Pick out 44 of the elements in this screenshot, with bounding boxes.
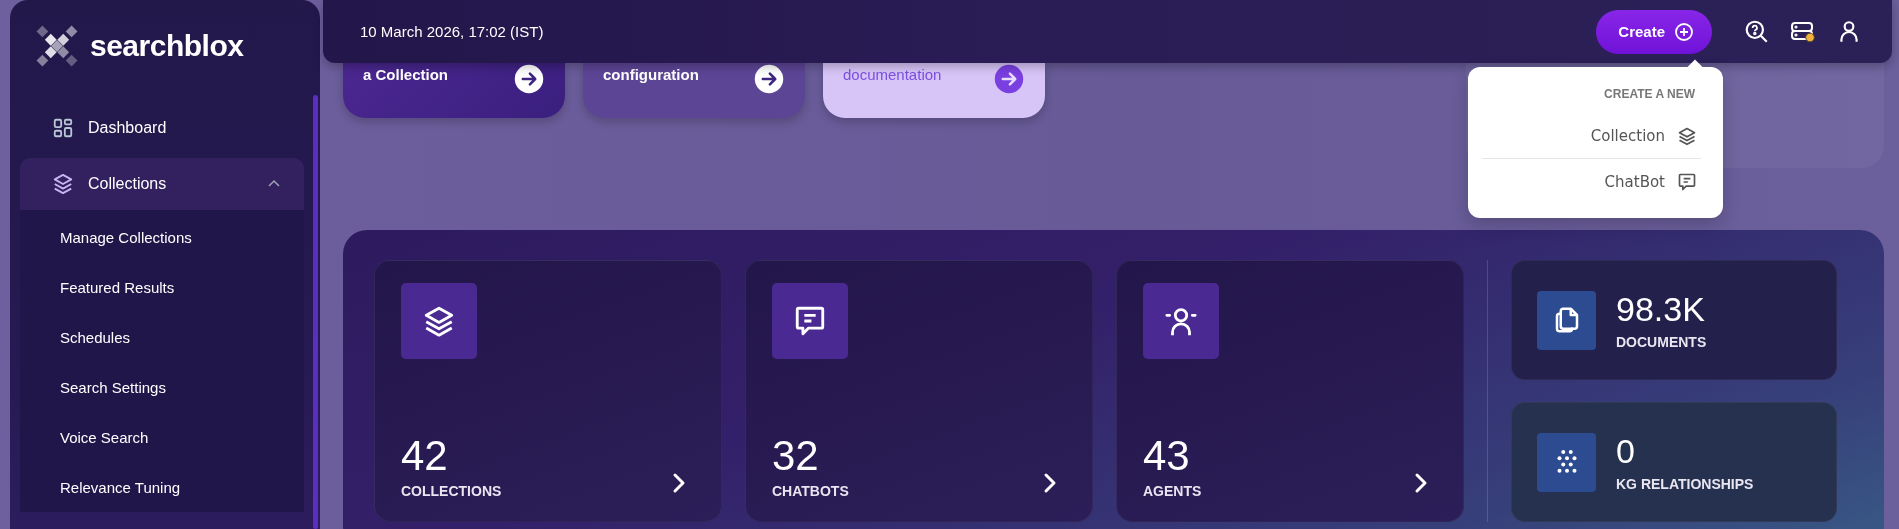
layers-icon [1677, 125, 1697, 146]
total-value: 98.3K [1616, 290, 1706, 328]
submenu-item[interactable]: Voice Search [20, 412, 304, 462]
menu-heading: CREATE A NEW [1603, 86, 1696, 103]
stat-card[interactable]: 43 AGENTS [1116, 260, 1464, 522]
stat-card[interactable]: 42 COLLECTIONS [374, 260, 722, 522]
nav-item[interactable]: Collections [20, 158, 304, 210]
menu-item[interactable]: ChatBot [1482, 158, 1701, 204]
layers-icon [52, 173, 74, 195]
submenu-item[interactable]: Schedules [20, 312, 304, 362]
create-button[interactable]: Create [1596, 9, 1712, 54]
stat-value: 32 [772, 433, 820, 479]
stat-card[interactable]: 32 CHATBOTS [745, 260, 1093, 522]
quick-action-card[interactable]: configuration [583, 63, 805, 118]
chevron-icon[interactable] [1042, 471, 1058, 495]
chat-icon [793, 304, 827, 338]
layers-icon [422, 304, 456, 338]
plus-circle-icon [1674, 21, 1694, 42]
total-label: KG RELATIONSHIPS [1616, 476, 1754, 492]
arrow-right-icon [513, 63, 545, 95]
stat-value: 43 [1143, 433, 1191, 479]
chevron-icon[interactable] [671, 471, 687, 495]
nav-item[interactable]: Dashboard [20, 102, 304, 154]
logo-text: searchblox [90, 29, 244, 63]
submenu-item[interactable]: Search Settings [20, 362, 304, 412]
help-search-icon[interactable] [1744, 18, 1770, 45]
dashboard-icon [52, 117, 74, 139]
submenu-item[interactable]: Relevance Tuning [20, 462, 304, 512]
arrow-right-icon [753, 63, 785, 95]
arrow-right-icon [993, 63, 1025, 95]
submenu-item[interactable]: Featured Results [20, 262, 304, 312]
stat-label: AGENTS [1143, 483, 1202, 499]
date-time: 10 March 2026, 17:02 (IST) [360, 23, 544, 40]
stat-label: CHATBOTS [772, 483, 849, 499]
submenu-item[interactable]: Manage Collections [20, 212, 304, 262]
chat-icon [1677, 171, 1697, 192]
stat-label: COLLECTIONS [401, 483, 502, 499]
total-value: 0 [1616, 432, 1636, 470]
menu-item[interactable]: Collection [1482, 113, 1701, 158]
scrollbar[interactable] [313, 95, 318, 529]
chevron-icon[interactable] [1413, 471, 1429, 495]
quick-action-card[interactable]: a Collection [343, 63, 565, 118]
total-label: DOCUMENTS [1616, 334, 1707, 350]
stat-value: 42 [401, 433, 449, 479]
